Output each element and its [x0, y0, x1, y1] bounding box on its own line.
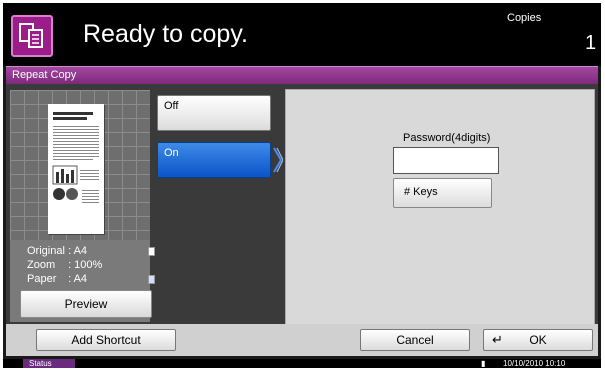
- copies-label: Copies: [507, 12, 542, 24]
- copies-count: 1: [585, 32, 597, 54]
- ok-button[interactable]: ↵ OK: [483, 329, 593, 351]
- zoom-row: Zoom : 100%: [27, 259, 102, 271]
- add-shortcut-button[interactable]: Add Shortcut: [36, 329, 176, 351]
- chevron-right-icon: [273, 147, 283, 173]
- password-panel: Password(4digits) # Keys: [285, 89, 595, 325]
- section-title-bar: Repeat Copy: [6, 66, 598, 84]
- preview-area: Original : A4 Zoom : 100% Paper : A4: [10, 90, 155, 322]
- password-input[interactable]: [393, 147, 499, 174]
- paper-label: Paper: [27, 273, 57, 285]
- portrait-orientation-icon: [148, 247, 155, 256]
- paper-orientation-icon: [148, 275, 155, 284]
- network-status-icon: ▮: [481, 359, 486, 368]
- header: Ready to copy. Copies 1: [3, 3, 601, 66]
- footer-bar: Add Shortcut Cancel ↵ OK: [6, 324, 598, 356]
- enter-icon: ↵: [492, 332, 503, 347]
- original-value: : A4: [68, 245, 88, 257]
- option-on-button[interactable]: On: [157, 142, 271, 178]
- status-bar: Status ▮ 10/10/2010 10:10: [3, 359, 601, 368]
- zoom-value: : 100%: [68, 259, 103, 271]
- numeric-keys-button[interactable]: # Keys: [393, 178, 492, 208]
- settings-panel: Original : A4 Zoom : 100% Paper : A4 Pre…: [6, 84, 598, 325]
- copy-document-icon: [11, 15, 53, 57]
- original-label: Original: [27, 245, 65, 257]
- document-thumbnail: [48, 104, 104, 234]
- section-title: Repeat Copy: [12, 69, 77, 81]
- copy-screen: Ready to copy. Copies 1 Repeat Copy Orig…: [3, 3, 601, 368]
- original-size-row: Original : A4: [27, 245, 87, 257]
- document-thumbnail-graphic: [52, 112, 99, 203]
- cancel-button[interactable]: Cancel: [360, 329, 470, 351]
- preview-grid: [10, 90, 150, 240]
- status-button[interactable]: Status: [23, 359, 75, 368]
- preview-button[interactable]: Preview: [20, 290, 152, 318]
- page-title: Ready to copy.: [83, 20, 248, 48]
- paper-size-row: Paper : A4: [27, 273, 87, 285]
- password-label: Password(4digits): [403, 132, 491, 144]
- datetime-display: 10/10/2010 10:10: [503, 359, 566, 368]
- zoom-label: Zoom: [27, 259, 56, 271]
- option-off-button[interactable]: Off: [157, 95, 271, 131]
- ok-label: OK: [529, 333, 547, 347]
- paper-value: : A4: [68, 273, 88, 285]
